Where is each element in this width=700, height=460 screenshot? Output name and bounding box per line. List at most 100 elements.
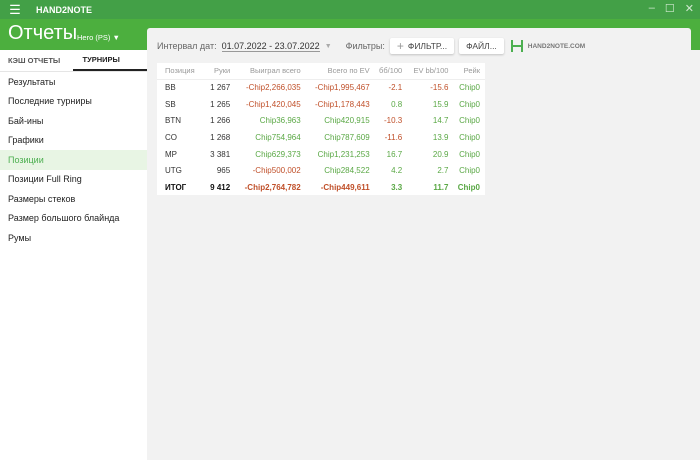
table-cell: Chip629,373 <box>255 149 301 159</box>
table-cell: -Chip1,178,443 <box>314 99 370 109</box>
filter-bar: Интервал дат: 01.07.2022 - 23.07.2022 ▼ … <box>157 38 585 54</box>
table-cell: Chip36,963 <box>259 116 301 126</box>
table-cell: Chip284,522 <box>324 166 370 176</box>
table-cell: 965 <box>216 166 231 176</box>
table-cell: -10.3 <box>384 116 403 126</box>
table-cell: UTG <box>165 166 182 176</box>
sidebar-item[interactable]: Размер большого блайнда <box>0 209 147 229</box>
table-cell: 3 381 <box>210 149 231 159</box>
table-cell: Chip0 <box>459 83 480 93</box>
table-cell: 4.2 <box>391 166 403 176</box>
sidebar-item[interactable]: Графики <box>0 131 147 151</box>
close-icon[interactable]: ✕ <box>685 2 694 15</box>
maximize-icon[interactable]: ☐ <box>665 2 675 15</box>
sidebar-item[interactable]: Позиции Full Ring <box>0 170 147 190</box>
report-tabs: КЭШ ОТЧЕТЫ ТУРНИРЫ <box>0 50 147 72</box>
sidebar-item[interactable]: Позиции <box>0 150 147 170</box>
table-cell: Chip0 <box>459 116 480 126</box>
file-button[interactable]: ФАЙЛ... <box>459 38 504 54</box>
player-selector[interactable]: Hero (PS) ▼ <box>77 33 120 42</box>
hand2note-logo-icon <box>510 40 523 52</box>
table-row[interactable]: SB 1 265 -Chip1,420,045 -Chip1,178,443 0.8 15… <box>157 96 485 113</box>
chevron-down-icon[interactable]: ▼ <box>325 43 332 50</box>
table-cell: Chip0 <box>459 166 480 176</box>
table-cell: 15.9 <box>432 99 449 109</box>
app-name: HAND2NOTE <box>36 4 93 15</box>
filters-label: Фильтры: <box>345 41 385 51</box>
table-cell: Chip420,915 <box>324 116 370 126</box>
total-row[interactable]: ИТОГ 9 412 -Chip2,764,782 -Chip449,611 3.3 11… <box>157 179 485 196</box>
table-cell: 2.7 <box>437 166 449 176</box>
table-cell: 1 266 <box>210 116 231 126</box>
date-range-selector[interactable]: 01.07.2022 - 23.07.2022 <box>221 41 320 52</box>
table-cell: SB <box>165 99 176 109</box>
positions-table-card: Позиция Руки Выиграл всего Всего по EV бб/10… <box>157 63 485 195</box>
table-cell: Chip0 <box>459 149 480 159</box>
table-cell: 20.9 <box>432 149 449 159</box>
table-row[interactable]: BTN 1 266 Chip36,963 Chip420,915 -10.3 14.7 Ch… <box>157 112 485 129</box>
table-cell: 16.7 <box>386 149 403 159</box>
column-header[interactable]: Всего по EV <box>305 63 375 80</box>
table-cell: 1 267 <box>210 83 231 93</box>
tab-cash[interactable]: КЭШ ОТЧЕТЫ <box>0 50 73 71</box>
main-panel: Интервал дат: 01.07.2022 - 23.07.2022 ▼ … <box>147 28 691 460</box>
table-cell: -11.6 <box>384 132 403 142</box>
table-cell: BB <box>165 83 176 93</box>
sidebar-item[interactable]: Последние турниры <box>0 92 147 112</box>
table-cell: 13.9 <box>432 132 449 142</box>
table-cell: Chip0 <box>459 132 480 142</box>
add-filter-button[interactable]: + ФИЛЬТР... <box>389 38 455 54</box>
player-name: Hero (PS) <box>77 33 111 42</box>
column-header[interactable]: Рейк <box>453 63 485 80</box>
table-cell: 0.8 <box>391 99 403 109</box>
hamburger-menu-icon[interactable]: ☰ <box>0 2 30 18</box>
column-header[interactable]: бб/100 <box>374 63 408 80</box>
table-cell: -2.1 <box>388 83 403 93</box>
table-cell: -Chip1,995,467 <box>314 83 370 93</box>
table-cell: -Chip449,611 <box>320 182 370 192</box>
table-cell: Chip0 <box>459 99 480 109</box>
table-row[interactable]: CO 1 268 Chip754,964 Chip787,609 -11.6 13.9 Ch… <box>157 129 485 146</box>
column-header[interactable]: Руки <box>206 63 236 80</box>
sidebar-item[interactable]: Размеры стеков <box>0 189 147 209</box>
title-bar: ☰ HAND2NOTE – ☐ ✕ <box>0 0 700 19</box>
table-row[interactable]: MP 3 381 Chip629,373 Chip1,231,253 16.7 20.9 C… <box>157 146 485 163</box>
table-cell: ИТОГ <box>165 182 187 192</box>
positions-table: Позиция Руки Выиграл всего Всего по EV бб/10… <box>157 63 485 196</box>
column-header[interactable]: Позиция <box>157 63 207 80</box>
table-cell: Chip787,609 <box>324 132 370 142</box>
tab-tournaments[interactable]: ТУРНИРЫ <box>72 50 147 71</box>
table-cell: 1 265 <box>210 99 231 109</box>
sidebar-item[interactable]: Бай-ины <box>0 111 147 131</box>
table-cell: -Chip500,002 <box>252 166 301 176</box>
table-cell: -Chip2,764,782 <box>244 182 301 192</box>
table-cell: -Chip2,266,035 <box>245 83 301 93</box>
chevron-down-icon: ▼ <box>112 33 120 42</box>
page-title: Отчеты <box>8 22 78 44</box>
table-cell: CO <box>165 132 177 142</box>
sidebar-item[interactable]: Румы <box>0 228 147 248</box>
table-cell: 3.3 <box>391 182 403 192</box>
sidebar-item[interactable]: Результаты <box>0 72 147 92</box>
table-cell: 9 412 <box>210 182 231 192</box>
minimize-icon[interactable]: – <box>649 2 655 15</box>
table-cell: MP <box>165 149 177 159</box>
table-cell: -Chip1,420,045 <box>245 99 301 109</box>
table-cell: 11.7 <box>433 182 449 192</box>
table-cell: Chip1,231,253 <box>317 149 370 159</box>
logo-text: HAND2NOTE.COM <box>527 42 586 50</box>
table-row[interactable]: UTG 965 -Chip500,002 Chip284,522 4.2 2.7 Chip0 <box>157 162 485 179</box>
hand2note-logo[interactable]: HAND2NOTE.COM <box>510 39 585 53</box>
table-cell: 14.7 <box>432 116 449 126</box>
plus-icon: + <box>396 39 404 53</box>
table-cell: -15.6 <box>430 83 449 93</box>
table-cell: Chip754,964 <box>255 132 301 142</box>
table-cell: Chip0 <box>457 182 480 192</box>
table-cell: BTN <box>165 116 181 126</box>
add-filter-label: ФИЛЬТР... <box>407 41 448 51</box>
column-header[interactable]: EV bb/100 <box>407 63 454 80</box>
sidebar: Результаты Последние турниры Бай-ины График… <box>0 72 147 460</box>
column-header[interactable]: Выиграл всего <box>235 63 306 80</box>
table-row[interactable]: BB 1 267 -Chip2,266,035 -Chip1,995,467 -2.1 -… <box>157 79 485 96</box>
date-label: Интервал дат: <box>157 41 217 51</box>
